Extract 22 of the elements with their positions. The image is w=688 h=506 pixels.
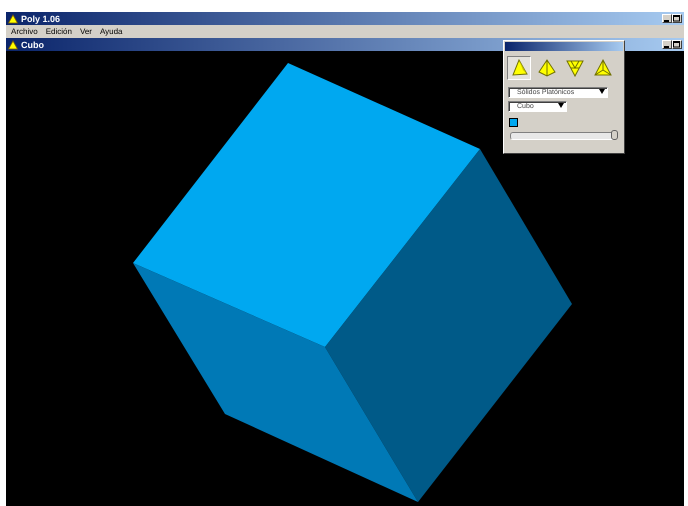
window-title: Cubo: [21, 40, 44, 50]
menu-item[interactable]: Edición: [46, 27, 72, 36]
size-slider[interactable]: [510, 132, 616, 140]
minimize-button[interactable]: [662, 14, 672, 23]
pyramid-icon: [537, 58, 557, 78]
color-swatch[interactable]: [509, 118, 518, 127]
panel-title-bar[interactable]: [505, 42, 623, 51]
menu-item[interactable]: Ver: [80, 27, 92, 36]
slider-thumb[interactable]: [611, 130, 618, 140]
maximize-button[interactable]: [672, 40, 682, 49]
pyramid-icon: [593, 58, 613, 78]
solid-mode-button[interactable]: [507, 56, 531, 80]
dropdown-arrow-icon: [599, 89, 607, 96]
dropdown-arrow-icon: [558, 103, 566, 110]
menu-item[interactable]: Ayuda: [100, 27, 122, 36]
maximize-button[interactable]: [672, 14, 682, 23]
pyramid-icon: [565, 58, 585, 78]
maximize-icon: [673, 15, 681, 22]
minimize-button[interactable]: [662, 40, 672, 49]
maximize-icon: [673, 41, 681, 48]
window-title: Poly 1.06: [21, 14, 60, 24]
menu-item[interactable]: Archivo: [11, 27, 38, 36]
